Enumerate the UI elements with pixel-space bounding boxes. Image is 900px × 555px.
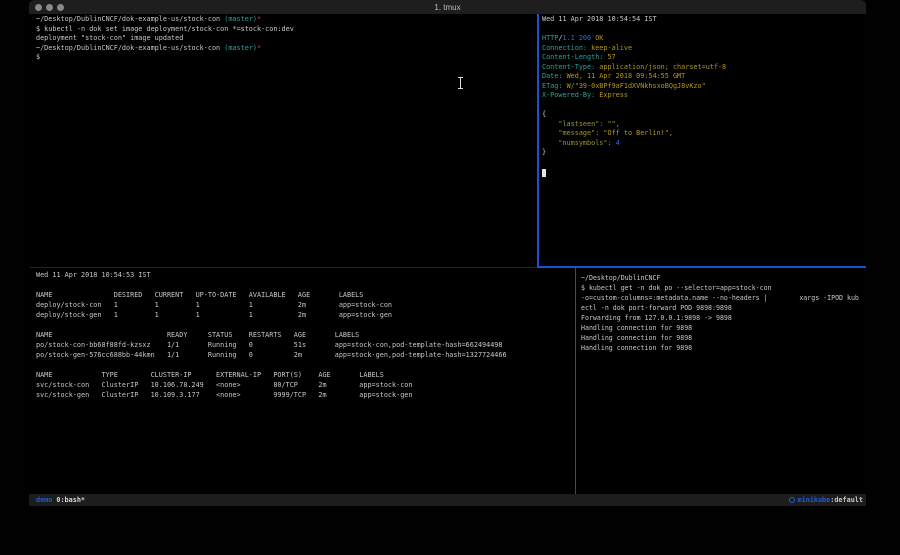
http-protocol: HTTP <box>542 34 558 42</box>
prompt-path: ~/Desktop/DublinCNCF/dok-example-us/stoc… <box>36 15 220 23</box>
header-value: Wed, 11 Apr 2018 09:54:55 GMT <box>567 72 686 80</box>
header-name: Connection: <box>542 44 587 52</box>
window-titlebar[interactable]: 1. tmux <box>29 0 866 14</box>
json-key: "numsymbols": <box>542 139 612 147</box>
http-status-reason: OK <box>595 34 603 42</box>
status-right: minikube:default <box>789 494 864 506</box>
command-set-image: $ kubectl -n dok set image deployment/st… <box>36 25 294 33</box>
kubernetes-helm-icon <box>789 497 795 503</box>
pane-divider-vertical-bottom[interactable] <box>575 268 576 494</box>
prompt-symbol: $ <box>36 53 40 61</box>
header-name: Content-Length: <box>542 53 603 61</box>
pane-divider-vertical-top[interactable] <box>537 14 539 267</box>
table-row: po/stock-con-bb68f88fd-kzsxz 1/1 Running… <box>36 341 503 349</box>
deployments-table-header: NAME DESIRED CURRENT UP-TO-DATE AVAILABL… <box>36 291 363 299</box>
header-name: ETag: <box>542 82 562 90</box>
terminal-line: ectl -n dok port-forward POD 9898:9898 <box>581 304 732 312</box>
git-dirty-marker: * <box>257 44 261 52</box>
git-branch: (master) <box>224 15 257 23</box>
terminal-line: -o=custom-columns=:metadata.name --no-he… <box>581 294 859 302</box>
json-close-brace: } <box>542 148 546 156</box>
header-value: keep-alive <box>591 44 632 52</box>
mouse-ibeam-cursor <box>458 77 463 89</box>
screen: 1. tmux ~/Desktop/DublinCNCF/dok-example… <box>0 0 900 555</box>
json-string-value: "Off to Berlin!", <box>599 129 673 137</box>
json-open-brace: { <box>542 110 546 118</box>
json-key: "message": <box>542 129 599 137</box>
table-row: svc/stock-gen ClusterIP 10.109.3.177 <no… <box>36 391 412 399</box>
header-name: Content-Type: <box>542 63 595 71</box>
table-row: po/stock-gen-576cc688bb-44kmn 1/1 Runnin… <box>36 351 507 359</box>
pane-kubectl-watch[interactable]: Wed 11 Apr 2018 10:54:53 IST NAME DESIRED… <box>36 270 570 490</box>
json-key: "lastseen": <box>542 120 603 128</box>
timestamp: Wed 11 Apr 2018 10:54:54 IST <box>542 15 657 23</box>
header-value: 57 <box>607 53 615 61</box>
kube-context-host: minikube <box>798 494 831 506</box>
terminal-line: Forwarding from 127.0.0.1:9898 -> 9898 <box>581 314 732 322</box>
pods-table-header: NAME READY STATUS RESTARTS AGE LABELS <box>36 331 359 339</box>
header-value: W/"39-0xBPf9aF1dXVNkhsxoBQgJ8vKzo" <box>567 82 706 90</box>
http-status-code: 200 <box>579 34 591 42</box>
header-name: X-Powered-By: <box>542 91 595 99</box>
terminal-line: $ kubectl get -n dok po --selector=app=s… <box>581 284 772 292</box>
status-left: demo 0:bash* <box>36 494 85 506</box>
services-table-header: NAME TYPE CLUSTER-IP EXTERNAL-IP PORT(S)… <box>36 371 384 379</box>
prompt-path: ~/Desktop/DublinCNCF/dok-example-us/stoc… <box>36 44 220 52</box>
terminal-cursor <box>542 169 546 177</box>
http-version: 1.1 <box>562 34 574 42</box>
header-value: application/json; charset=utf-8 <box>599 63 726 71</box>
pane-shell[interactable]: ~/Desktop/DublinCNCF/dok-example-us/stoc… <box>36 15 534 265</box>
tmux-status-bar: demo 0:bash* minikube:default <box>29 494 866 506</box>
json-string-value: "", <box>603 120 619 128</box>
kube-context-namespace: :default <box>830 494 863 506</box>
terminal-line: Handling connection for 9898 <box>581 344 692 352</box>
git-branch: (master) <box>224 44 257 52</box>
pane-divider-horizontal-right[interactable] <box>537 266 866 268</box>
pane-port-forward[interactable]: ~/Desktop/DublinCNCF $ kubectl get -n dok… <box>581 273 864 491</box>
json-number-value: 4 <box>612 139 620 147</box>
table-row: deploy/stock-gen 1 1 1 1 2m app=stock-ge… <box>36 311 392 319</box>
terminal-line: Handling connection for 9898 <box>581 324 692 332</box>
window-item-bash[interactable]: 0:bash* <box>56 496 85 504</box>
git-dirty-marker: * <box>257 15 261 23</box>
window-title: 1. tmux <box>29 3 866 12</box>
command-output: deployment "stock-con" image updated <box>36 34 183 42</box>
table-row: deploy/stock-con 1 1 1 1 2m app=stock-co… <box>36 301 392 309</box>
prompt-path: ~/Desktop/DublinCNCF <box>581 274 660 282</box>
header-name: Date: <box>542 72 562 80</box>
timestamp: Wed 11 Apr 2018 10:54:53 IST <box>36 271 151 279</box>
pane-divider-horizontal-left[interactable] <box>30 267 537 268</box>
terminal-line: Handling connection for 9898 <box>581 334 692 342</box>
pane-http-response[interactable]: Wed 11 Apr 2018 10:54:54 ISTHTTP/1.1 200… <box>542 15 862 265</box>
session-name: demo <box>36 496 52 504</box>
table-row: svc/stock-con ClusterIP 10.106.78.249 <n… <box>36 381 412 389</box>
header-value: Express <box>599 91 628 99</box>
